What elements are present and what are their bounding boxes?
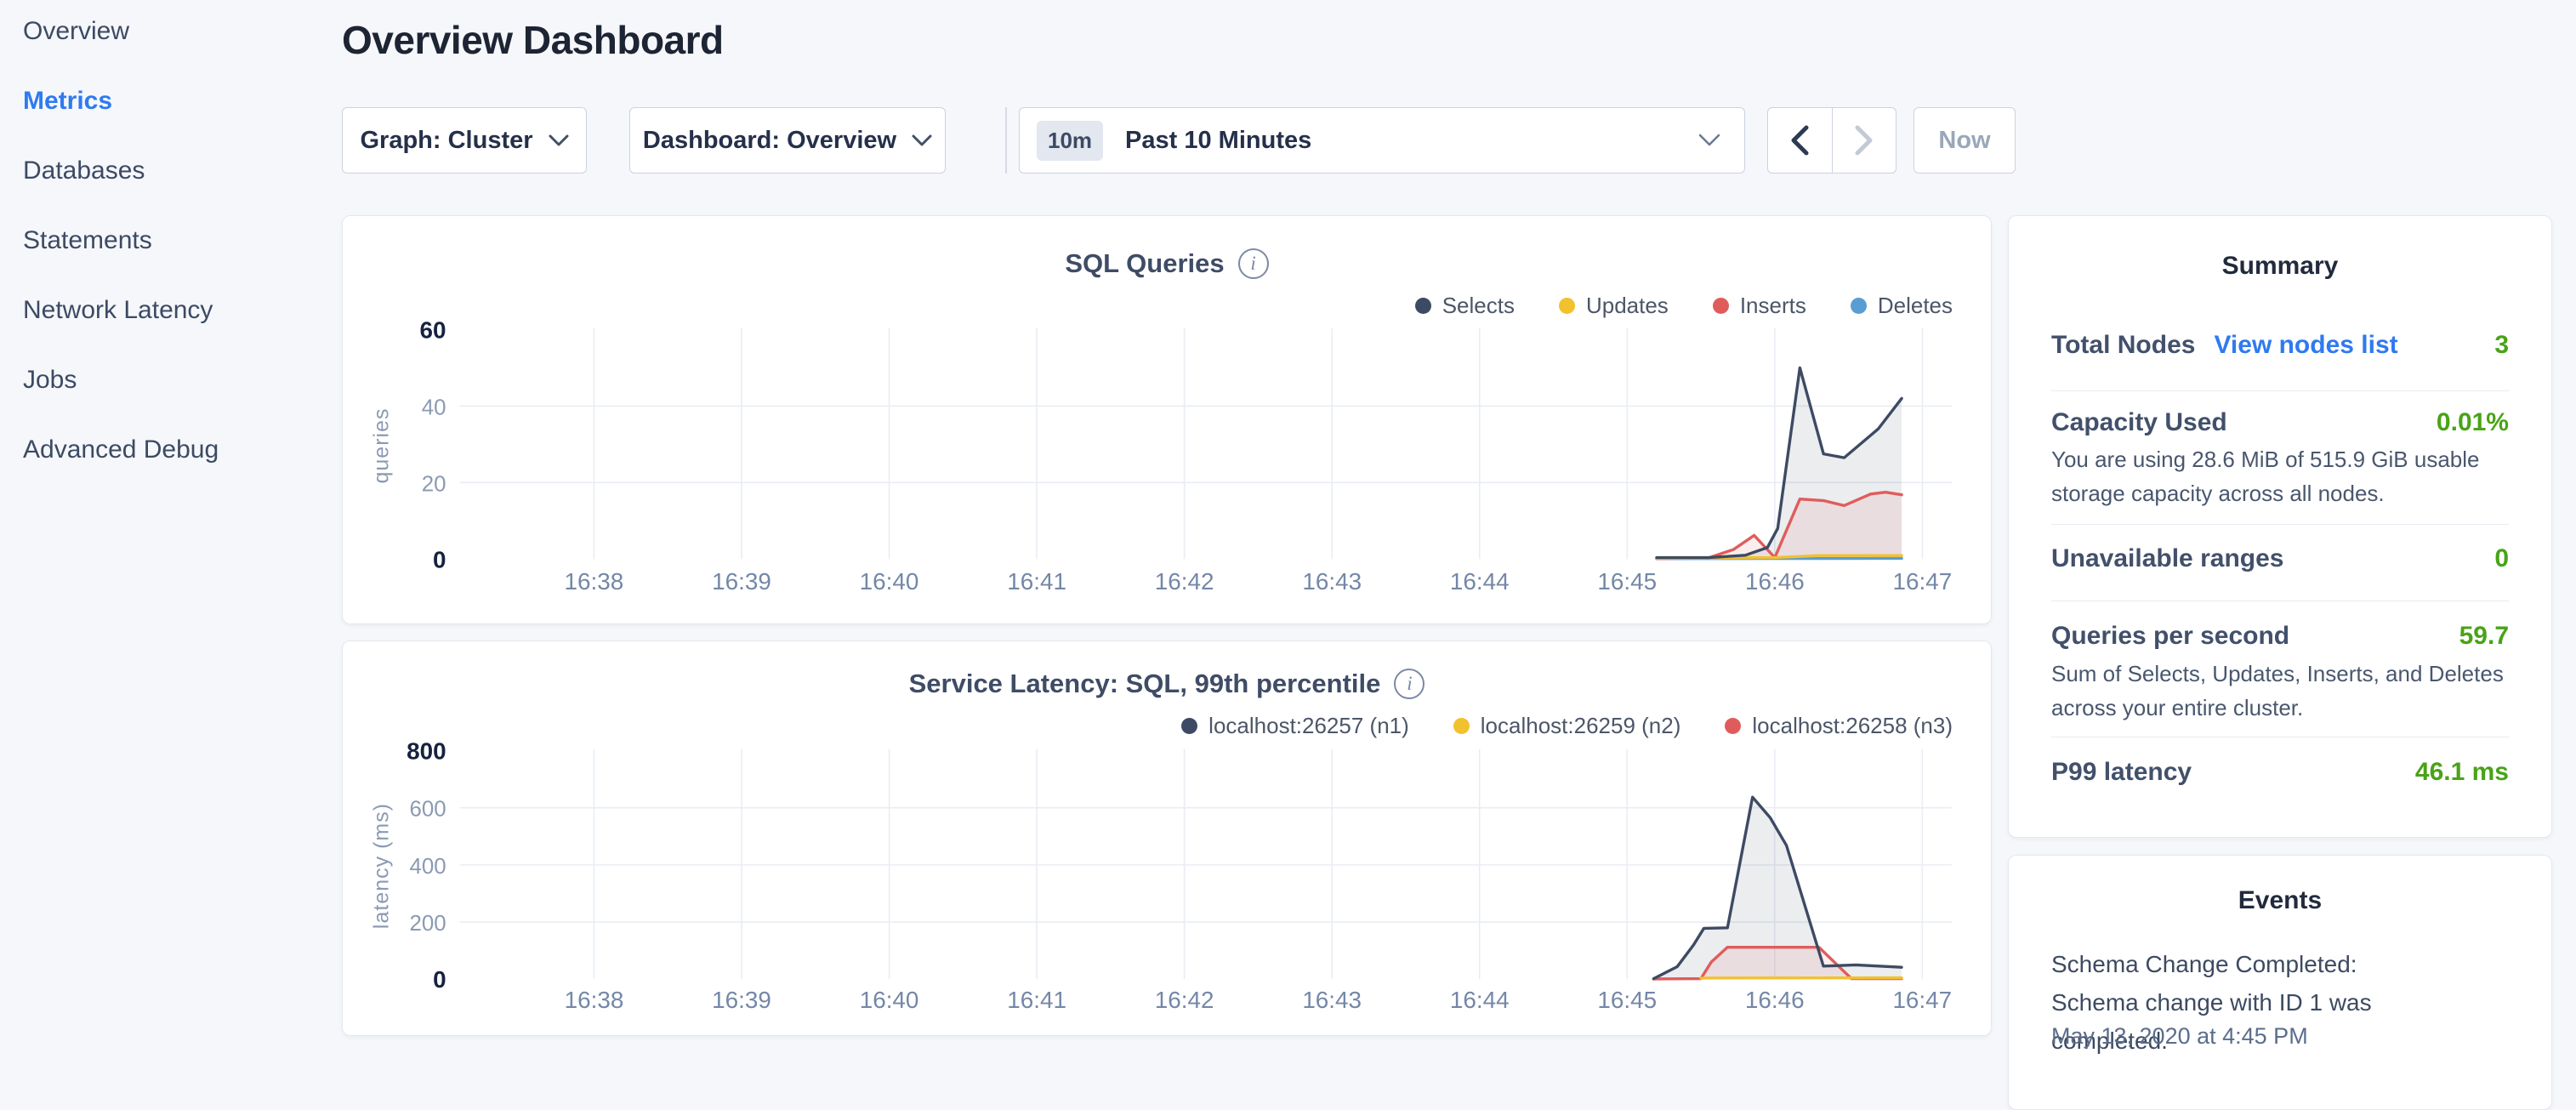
divider (2051, 390, 2509, 391)
time-range-label: Past 10 Minutes (1125, 127, 1311, 155)
dashboard-dropdown-label: Dashboard: Overview (643, 127, 896, 155)
summary-row-p99: P99 latency 46.1 ms (2051, 758, 2509, 787)
total-nodes-value: 3 (2494, 331, 2509, 360)
sidebar-item-metrics[interactable]: Metrics (23, 88, 112, 114)
graph-dropdown-label: Graph: Cluster (360, 127, 532, 155)
toolbar-divider (1005, 107, 1007, 174)
svg-text:16:44: 16:44 (1450, 568, 1510, 595)
svg-text:16:45: 16:45 (1597, 568, 1657, 595)
prev-time-button[interactable] (1768, 108, 1833, 173)
now-button[interactable]: Now (1914, 107, 2016, 174)
svg-text:16:39: 16:39 (712, 568, 771, 595)
svg-text:400: 400 (409, 855, 446, 879)
service-latency-chart-card: Service Latency: SQL, 99th percentile i … (342, 640, 1992, 1036)
svg-text:16:44: 16:44 (1450, 987, 1510, 1013)
unavailable-ranges-value: 0 (2494, 544, 2509, 573)
chevron-down-icon (549, 134, 569, 147)
sidebar-item-overview[interactable]: Overview (23, 19, 129, 44)
svg-text:600: 600 (409, 798, 446, 822)
summary-panel: Summary Total Nodes View nodes list 3 Ca… (2008, 215, 2552, 838)
svg-text:16:43: 16:43 (1302, 987, 1362, 1013)
svg-text:200: 200 (409, 912, 446, 936)
svg-text:16:38: 16:38 (565, 987, 624, 1013)
svg-text:16:39: 16:39 (712, 987, 771, 1013)
divider (2051, 524, 2509, 525)
svg-text:16:47: 16:47 (1893, 568, 1953, 595)
sidebar-item-statements[interactable]: Statements (23, 228, 152, 253)
time-range-badge: 10m (1037, 121, 1103, 161)
qps-value: 59.7 (2459, 622, 2509, 651)
sidebar-item-network-latency[interactable]: Network Latency (23, 298, 213, 323)
events-title: Events (2009, 886, 2551, 915)
svg-text:40: 40 (422, 396, 446, 419)
capacity-used-description: You are using 28.6 MiB of 515.9 GiB usab… (2051, 442, 2515, 510)
chevron-down-icon (1698, 134, 1720, 147)
summary-row-total-nodes: Total Nodes View nodes list 3 (2051, 331, 2509, 360)
page-title: Overview Dashboard (342, 17, 724, 63)
dashboard-dropdown[interactable]: Dashboard: Overview (629, 107, 946, 174)
svg-text:16:46: 16:46 (1745, 568, 1805, 595)
time-range-picker[interactable]: 10m Past 10 Minutes (1019, 107, 1745, 174)
view-nodes-list-link[interactable]: View nodes list (2214, 331, 2397, 360)
summary-row-unavailable-ranges: Unavailable ranges 0 (2051, 544, 2509, 573)
svg-text:16:41: 16:41 (1007, 987, 1066, 1013)
summary-row-capacity: Capacity Used 0.01% (2051, 408, 2509, 437)
time-nav-arrows (1767, 107, 1896, 174)
summary-row-qps: Queries per second 59.7 (2051, 622, 2509, 651)
total-nodes-label: Total Nodes (2051, 331, 2195, 360)
chevron-down-icon (912, 134, 932, 147)
svg-text:16:38: 16:38 (565, 568, 624, 595)
p99-latency-label: P99 latency (2051, 758, 2192, 787)
svg-text:16:42: 16:42 (1155, 568, 1214, 595)
sidebar-item-databases[interactable]: Databases (23, 158, 145, 184)
svg-text:16:41: 16:41 (1007, 568, 1066, 595)
svg-text:16:42: 16:42 (1155, 987, 1214, 1013)
chevron-right-icon (1855, 125, 1874, 156)
svg-text:0: 0 (433, 966, 446, 993)
sidebar-item-advanced-debug[interactable]: Advanced Debug (23, 437, 219, 463)
sql-queries-plot[interactable]: 16:38 16:39 16:40 16:41 16:42 16:43 16:44 16:45… (343, 216, 1991, 623)
service-latency-plot[interactable]: 16:38 16:39 16:40 16:41 16:42 16:43 16:44 16:45… (343, 641, 1991, 1035)
unavailable-ranges-label: Unavailable ranges (2051, 544, 2283, 573)
svg-text:16:43: 16:43 (1302, 568, 1362, 595)
svg-text:16:46: 16:46 (1745, 987, 1805, 1013)
p99-latency-value: 46.1 ms (2415, 758, 2509, 787)
sidebar-item-jobs[interactable]: Jobs (23, 367, 77, 393)
svg-text:800: 800 (407, 737, 446, 764)
svg-text:16:45: 16:45 (1597, 987, 1657, 1013)
svg-text:16:40: 16:40 (860, 987, 919, 1013)
qps-description: Sum of Selects, Updates, Inserts, and De… (2051, 657, 2528, 725)
svg-text:20: 20 (422, 472, 446, 496)
svg-text:60: 60 (420, 316, 446, 343)
sql-queries-chart-card: SQL Queries i SelectsUpdatesInsertsDelet… (342, 215, 1992, 624)
event-item-timestamp: May 13, 2020 at 4:45 PM (2051, 1023, 2308, 1050)
sidebar: Overview Metrics Databases Statements Ne… (0, 0, 332, 1051)
next-time-button[interactable] (1833, 108, 1896, 173)
qps-label: Queries per second (2051, 622, 2289, 651)
svg-text:16:40: 16:40 (860, 568, 919, 595)
graph-dropdown[interactable]: Graph: Cluster (342, 107, 587, 174)
capacity-used-value: 0.01% (2437, 408, 2509, 437)
events-panel: Events Schema Change Completed: Schema c… (2008, 855, 2552, 1110)
capacity-used-label: Capacity Used (2051, 408, 2227, 437)
chevron-left-icon (1790, 125, 1809, 156)
svg-text:16:47: 16:47 (1892, 987, 1952, 1013)
svg-text:0: 0 (433, 546, 446, 572)
summary-title: Summary (2009, 252, 2551, 281)
